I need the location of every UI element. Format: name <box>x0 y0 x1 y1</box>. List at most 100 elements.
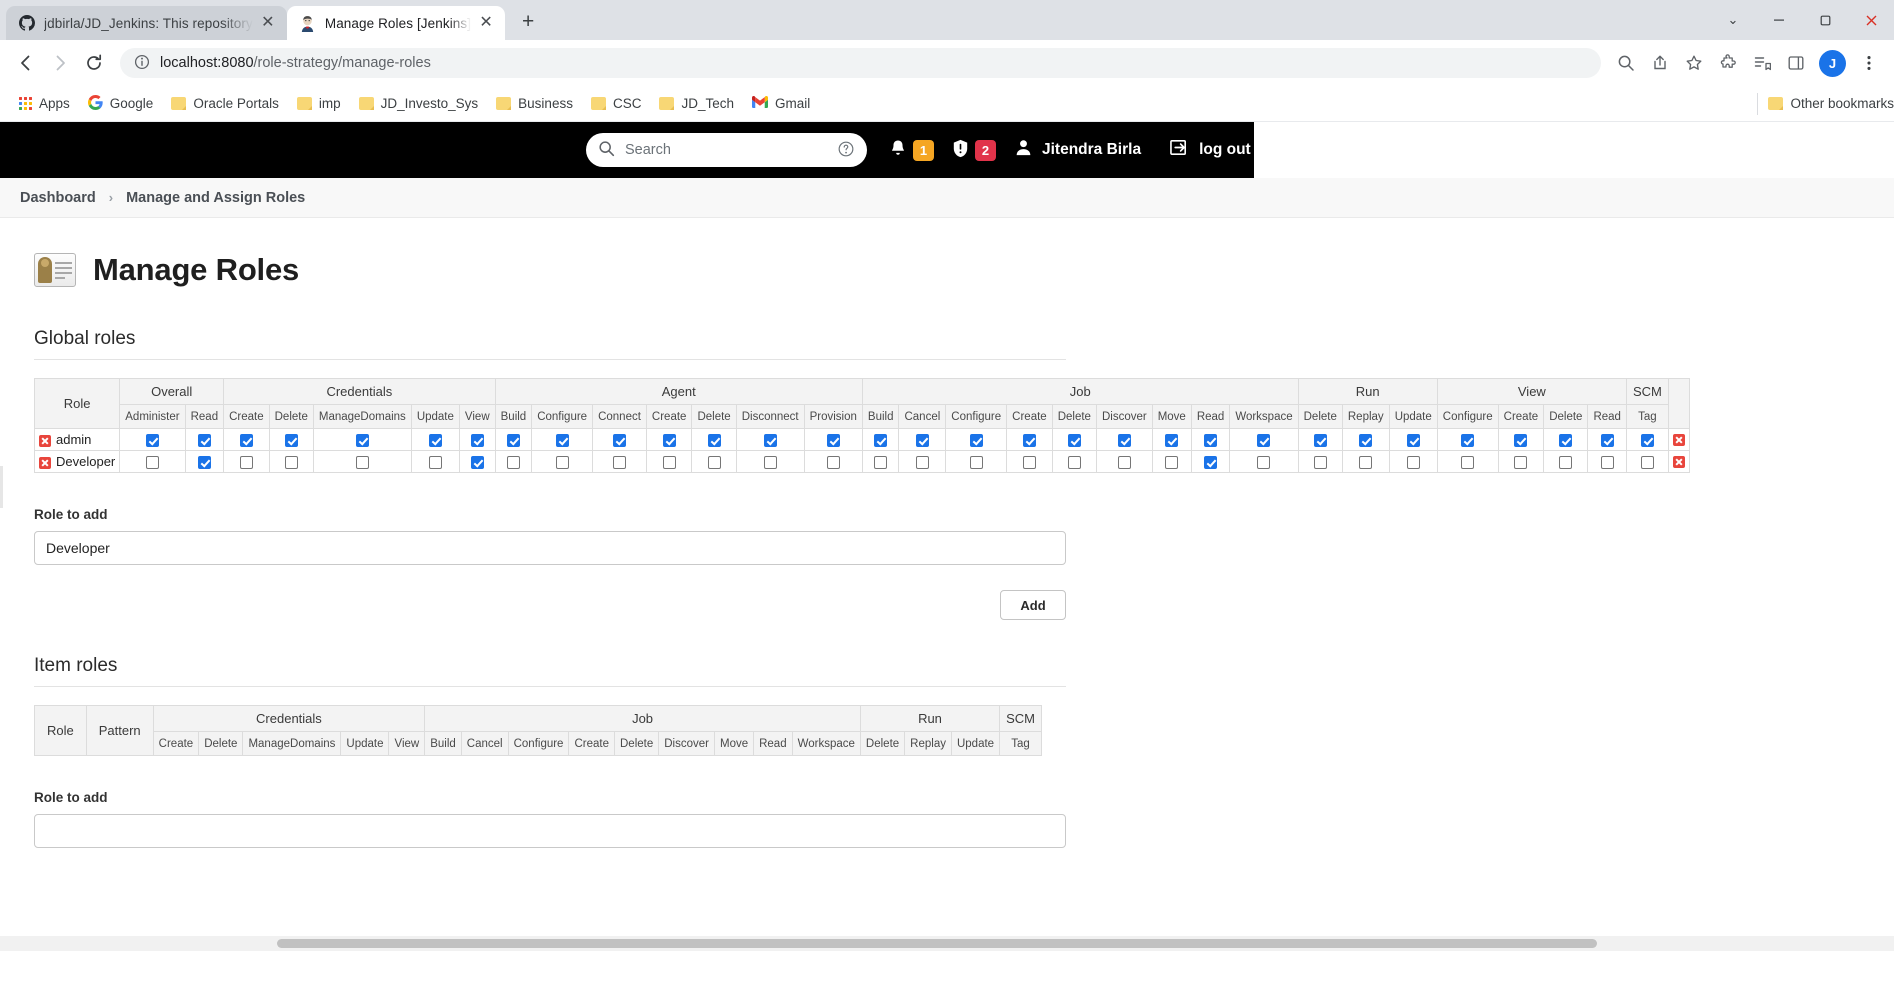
extensions-puzzle-icon[interactable] <box>1713 48 1743 78</box>
checkbox-admin-agent-configure[interactable] <box>555 433 569 447</box>
checkbox-Developer-agent-configure[interactable] <box>555 455 569 469</box>
close-icon[interactable]: ✕ <box>477 14 495 32</box>
checkbox-Developer-run-replay[interactable] <box>1359 455 1373 469</box>
checkbox-admin-credentials-delete[interactable] <box>284 433 298 447</box>
delete-role-icon[interactable] <box>39 434 51 447</box>
logout-button[interactable]: log out <box>1169 138 1251 162</box>
checkbox-Developer-view-delete[interactable] <box>1559 455 1573 469</box>
delete-role-icon[interactable] <box>1672 434 1685 447</box>
checkbox-admin-job-configure[interactable] <box>969 433 983 447</box>
checkbox-admin-agent-delete[interactable] <box>707 433 721 447</box>
bookmark-imp[interactable]: imp <box>288 92 350 115</box>
search-box[interactable] <box>586 133 867 167</box>
checkbox-admin-agent-create[interactable] <box>662 433 676 447</box>
checkbox-admin-view-create[interactable] <box>1514 433 1528 447</box>
checkbox-Developer-job-cancel[interactable] <box>915 455 929 469</box>
checkbox-admin-run-replay[interactable] <box>1359 433 1373 447</box>
breadcrumb-current[interactable]: Manage and Assign Roles <box>126 190 305 206</box>
minimize-icon[interactable] <box>1756 0 1802 40</box>
checkbox-Developer-job-read[interactable] <box>1204 455 1218 469</box>
reading-list-icon[interactable] <box>1747 48 1777 78</box>
checkbox-Developer-job-delete[interactable] <box>1067 455 1081 469</box>
checkbox-Developer-overall-read[interactable] <box>197 455 211 469</box>
checkbox-admin-credentials-view[interactable] <box>470 433 484 447</box>
chevron-down-icon[interactable]: ⌄ <box>1710 0 1756 40</box>
close-icon[interactable]: ✕ <box>259 14 277 32</box>
checkbox-Developer-view-configure[interactable] <box>1461 455 1475 469</box>
reload-icon[interactable] <box>78 47 110 79</box>
bookmark-gmail[interactable]: Gmail <box>743 92 819 115</box>
global-add-role-button[interactable]: Add <box>1000 590 1066 620</box>
checkbox-Developer-job-move[interactable] <box>1165 455 1179 469</box>
checkbox-admin-job-create[interactable] <box>1022 433 1036 447</box>
notifications-group[interactable]: 1 <box>889 139 934 161</box>
security-group[interactable]: 2 <box>952 139 996 161</box>
sidepanel-icon[interactable] <box>1781 48 1811 78</box>
bookmark-star-icon[interactable] <box>1679 48 1709 78</box>
site-info-icon[interactable] <box>134 54 150 73</box>
delete-role-icon[interactable] <box>1672 456 1685 469</box>
checkbox-admin-view-delete[interactable] <box>1559 433 1573 447</box>
checkbox-Developer-credentials-update[interactable] <box>428 455 442 469</box>
checkbox-admin-view-read[interactable] <box>1600 433 1614 447</box>
browser-tab-jenkins[interactable]: Manage Roles [Jenkins] ✕ <box>286 6 506 40</box>
bell-icon[interactable] <box>889 139 907 161</box>
three-dot-menu-icon[interactable] <box>1854 48 1884 78</box>
share-icon[interactable] <box>1645 48 1675 78</box>
checkbox-admin-job-workspace[interactable] <box>1257 433 1271 447</box>
checkbox-Developer-job-create[interactable] <box>1022 455 1036 469</box>
bookmark-business[interactable]: Business <box>487 92 582 115</box>
checkbox-admin-agent-connect[interactable] <box>613 433 626 447</box>
checkbox-admin-job-discover[interactable] <box>1117 433 1131 447</box>
checkbox-admin-job-build[interactable] <box>874 433 888 447</box>
checkbox-Developer-agent-provision[interactable] <box>826 455 840 469</box>
checkbox-admin-job-cancel[interactable] <box>915 433 929 447</box>
checkbox-admin-credentials-update[interactable] <box>428 433 442 447</box>
checkbox-Developer-job-discover[interactable] <box>1117 455 1131 469</box>
checkbox-Developer-view-create[interactable] <box>1514 455 1528 469</box>
checkbox-Developer-job-configure[interactable] <box>969 455 983 469</box>
new-tab-button[interactable]: + <box>513 7 543 37</box>
bookmark-apps[interactable]: Apps <box>10 92 79 115</box>
checkbox-Developer-credentials-managedomains[interactable] <box>355 455 369 469</box>
scrollbar-thumb[interactable] <box>277 939 1597 948</box>
checkbox-admin-agent-build[interactable] <box>506 433 520 447</box>
bookmark-oracle-portals[interactable]: Oracle Portals <box>162 92 288 115</box>
window-close-icon[interactable] <box>1848 0 1894 40</box>
checkbox-admin-credentials-managedomains[interactable] <box>355 433 369 447</box>
maximize-icon[interactable] <box>1802 0 1848 40</box>
checkbox-admin-agent-provision[interactable] <box>826 433 840 447</box>
horizontal-scrollbar[interactable] <box>0 936 1894 951</box>
search-input[interactable] <box>625 142 827 158</box>
breadcrumb-dashboard[interactable]: Dashboard <box>20 190 96 206</box>
checkbox-admin-agent-disconnect[interactable] <box>763 433 777 447</box>
other-bookmarks-button[interactable]: Other bookmarks <box>1757 92 1894 115</box>
delete-role-icon[interactable] <box>39 456 51 469</box>
checkbox-Developer-credentials-create[interactable] <box>239 455 253 469</box>
forward-icon[interactable] <box>44 47 76 79</box>
checkbox-admin-overall-administer[interactable] <box>145 433 159 447</box>
checkbox-Developer-run-delete[interactable] <box>1313 455 1327 469</box>
checkbox-admin-credentials-create[interactable] <box>239 433 253 447</box>
checkbox-admin-job-move[interactable] <box>1165 433 1179 447</box>
checkbox-Developer-agent-connect[interactable] <box>613 455 626 469</box>
checkbox-admin-run-update[interactable] <box>1406 433 1420 447</box>
checkbox-admin-job-delete[interactable] <box>1067 433 1081 447</box>
checkbox-Developer-job-build[interactable] <box>874 455 888 469</box>
security-count-badge[interactable]: 2 <box>975 139 996 161</box>
checkbox-Developer-agent-build[interactable] <box>506 455 520 469</box>
checkbox-admin-overall-read[interactable] <box>197 433 211 447</box>
zoom-search-icon[interactable] <box>1611 48 1641 78</box>
checkbox-admin-scm-tag[interactable] <box>1640 433 1654 447</box>
browser-tab-github[interactable]: jdbirla/JD_Jenkins: This repository ✕ <box>6 6 287 40</box>
bookmark-jd-investo-sys[interactable]: JD_Investo_Sys <box>350 92 488 115</box>
profile-avatar[interactable]: J <box>1819 49 1846 77</box>
bookmark-csc[interactable]: CSC <box>582 92 651 115</box>
checkbox-Developer-credentials-delete[interactable] <box>284 455 298 469</box>
notification-count-badge[interactable]: 1 <box>913 139 934 161</box>
checkbox-admin-job-read[interactable] <box>1204 433 1218 447</box>
back-icon[interactable] <box>10 47 42 79</box>
checkbox-admin-run-delete[interactable] <box>1313 433 1327 447</box>
checkbox-admin-view-configure[interactable] <box>1461 433 1475 447</box>
shield-alert-icon[interactable] <box>952 139 969 161</box>
